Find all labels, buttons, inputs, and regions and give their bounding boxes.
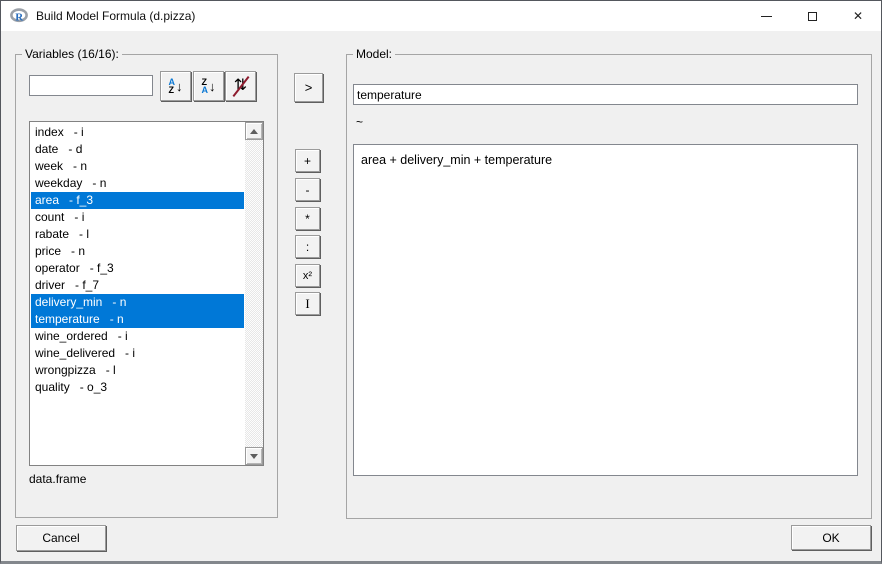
sort-ascending-button[interactable]: A Z ↓ (160, 71, 191, 101)
list-item[interactable]: index - i (31, 124, 244, 141)
square-operator-button[interactable]: x² (295, 264, 320, 287)
minimize-icon (761, 16, 772, 17)
transfer-button[interactable]: > (294, 73, 323, 102)
list-item[interactable]: wine_ordered - i (31, 328, 244, 345)
model-formula-textarea[interactable]: area + delivery_min + temperature (353, 144, 858, 476)
list-item[interactable]: operator - f_3 (31, 260, 244, 277)
interaction-operator-button[interactable]: : (295, 235, 320, 258)
sort-clear-button[interactable]: ⇅ (225, 71, 256, 101)
variables-filter-input[interactable] (29, 75, 153, 96)
down-arrow-icon: ↓ (176, 80, 183, 93)
maximize-button[interactable] (789, 1, 835, 31)
subtract-operator-button[interactable]: - (295, 178, 320, 201)
tilde-label: ~ (356, 115, 363, 129)
maximize-icon (808, 12, 817, 21)
scroll-up-button[interactable] (245, 122, 263, 140)
multiply-operator-button[interactable]: * (295, 207, 320, 230)
dialog-window: R Build Model Formula (d.pizza) ✕ Variab… (0, 0, 882, 564)
close-icon: ✕ (853, 10, 863, 22)
svg-text:R: R (15, 12, 24, 24)
variables-groupbox-label: Variables (16/16): (22, 47, 122, 61)
variables-list: index - i date - d week - n weekday - n … (31, 124, 244, 396)
r-logo-icon: R (10, 7, 28, 25)
model-groupbox-label: Model: (353, 47, 395, 61)
scrollbar[interactable] (245, 122, 263, 465)
window-title: Build Model Formula (d.pizza) (36, 9, 195, 23)
sort-descending-button[interactable]: Z A ↓ (193, 71, 224, 101)
window-controls: ✕ (743, 1, 881, 31)
sort-za-icon: Z A (202, 78, 209, 94)
sort-za-bottom-letter: A (202, 86, 209, 94)
list-item[interactable]: wrongpizza - l (31, 362, 244, 379)
scrollbar-track[interactable] (245, 122, 263, 465)
dataset-type-label: data.frame (29, 472, 86, 486)
list-item[interactable]: count - i (31, 209, 244, 226)
list-item[interactable]: weekday - n (31, 175, 244, 192)
model-response-input[interactable] (353, 84, 858, 105)
sort-az-icon: A Z (169, 78, 176, 94)
list-item[interactable]: week - n (31, 158, 244, 175)
sort-az-bottom-letter: Z (169, 86, 176, 94)
ok-button[interactable]: OK (791, 525, 871, 550)
list-item[interactable]: rabate - l (31, 226, 244, 243)
list-item[interactable]: quality - o_3 (31, 379, 244, 396)
list-item[interactable]: price - n (31, 243, 244, 260)
minimize-button[interactable] (743, 1, 789, 31)
identity-operator-button[interactable]: I (295, 292, 320, 315)
list-item-selected[interactable]: temperature - n (31, 311, 244, 328)
list-item[interactable]: date - d (31, 141, 244, 158)
titlebar[interactable]: R Build Model Formula (d.pizza) ✕ (1, 1, 881, 31)
cancel-button[interactable]: Cancel (16, 525, 106, 551)
list-item-selected[interactable]: area - f_3 (31, 192, 244, 209)
down-arrow-icon: ↓ (209, 80, 216, 93)
add-operator-button[interactable]: + (295, 149, 320, 172)
close-button[interactable]: ✕ (835, 1, 881, 31)
scroll-up-icon (250, 129, 258, 134)
list-item[interactable]: wine_delivered - i (31, 345, 244, 362)
variables-listbox: index - i date - d week - n weekday - n … (29, 121, 264, 466)
list-item[interactable]: driver - f_7 (31, 277, 244, 294)
scroll-down-button[interactable] (245, 447, 263, 465)
scroll-down-icon (250, 454, 258, 459)
list-item-selected[interactable]: delivery_min - n (31, 294, 244, 311)
